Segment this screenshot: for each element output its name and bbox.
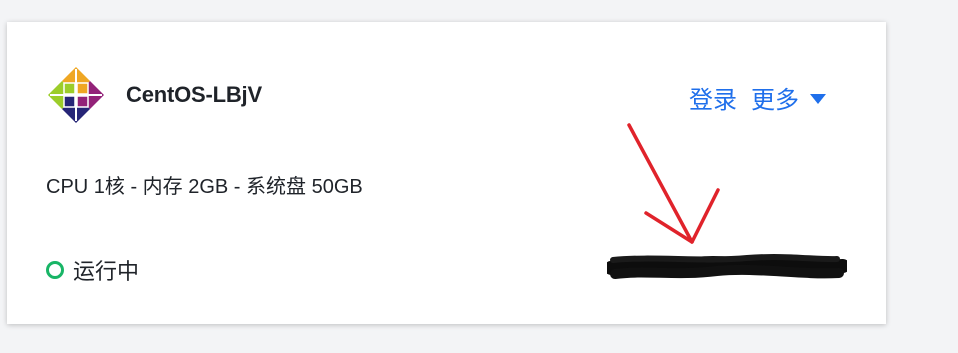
login-link[interactable]: 登录 xyxy=(689,80,737,115)
status-text: 运行中 xyxy=(73,259,140,284)
more-dropdown[interactable]: 更多 xyxy=(751,80,826,115)
instance-card: CentOS-LBjV 登录 更多 CPU 1核 - 内存 2GB - 系统盘 … xyxy=(7,22,886,324)
more-label: 更多 xyxy=(751,87,799,114)
status-dot-icon xyxy=(46,261,64,279)
instance-name: CentOS-LBjV xyxy=(126,82,262,107)
instance-actions: 登录 更多 xyxy=(689,80,826,115)
instance-spec: CPU 1核 - 内存 2GB - 系统盘 50GB xyxy=(46,176,363,198)
status-indicator: 运行中 xyxy=(46,254,139,286)
redacted-ip-scribble xyxy=(607,254,847,279)
centos-logo-icon xyxy=(48,67,104,123)
caret-down-icon xyxy=(810,93,826,104)
